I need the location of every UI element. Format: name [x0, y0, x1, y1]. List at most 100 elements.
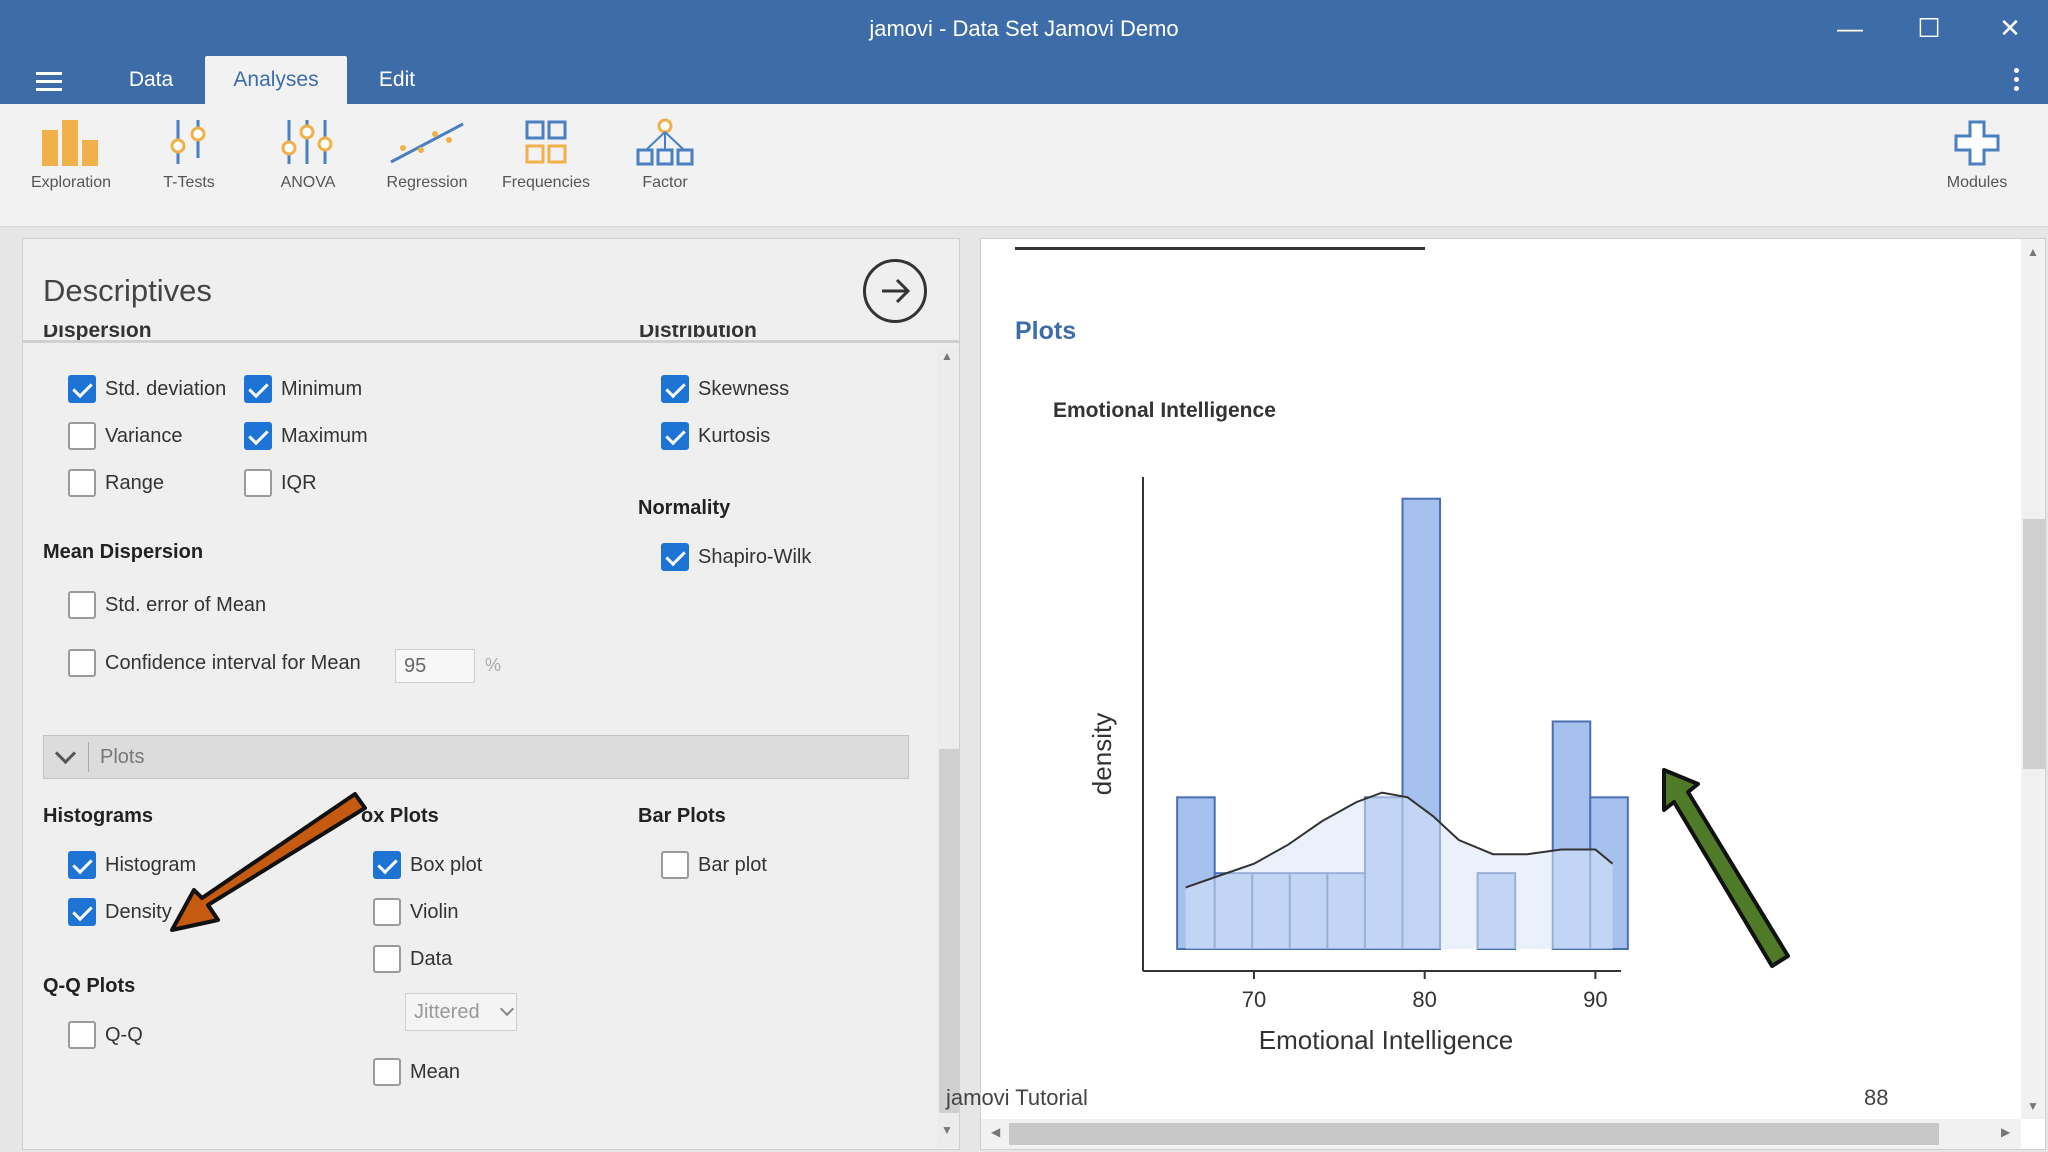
- histogram-chart: 70 80 90 Emotional Intelligence density: [1087, 477, 1629, 1055]
- density-area: [1185, 792, 1613, 949]
- box-plot-label: Box plot: [410, 854, 483, 876]
- tutorial-watermark: jamovi Tutorial: [946, 1085, 1088, 1110]
- ci-mean-label: Confidence interval for Mean: [105, 652, 361, 674]
- scroll-down-icon[interactable]: ▼: [2027, 1099, 2039, 1113]
- x-tick-label: 70: [1242, 987, 1266, 1012]
- y-axis-label: density: [1087, 713, 1117, 795]
- minimum-label: Minimum: [281, 378, 363, 400]
- analysis-title: Descriptives: [43, 273, 212, 308]
- anova-icon: [281, 120, 333, 164]
- skewness-checkbox[interactable]: [661, 375, 689, 403]
- x-axis-label: Emotional Intelligence: [1259, 1025, 1513, 1055]
- shapiro-wilk-checkbox[interactable]: [661, 543, 689, 571]
- range-label: Range: [105, 472, 164, 494]
- std-error-mean-label: Std. error of Mean: [105, 594, 267, 616]
- factor-button[interactable]: Factor: [610, 118, 720, 214]
- modules-label: Modules: [1946, 174, 2008, 191]
- x-tick-label: 90: [1583, 987, 1607, 1012]
- results-horizontal-thumb[interactable]: [1009, 1123, 1939, 1145]
- box-plot-checkbox[interactable]: [373, 851, 401, 879]
- kurtosis-checkbox[interactable]: [661, 422, 689, 450]
- options-scrollbar-thumb[interactable]: [939, 749, 959, 1113]
- skewness-label: Skewness: [698, 378, 790, 400]
- violin-label: Violin: [410, 901, 459, 923]
- results-section-title: Plots: [1015, 317, 1077, 345]
- anova-label: ANOVA: [280, 174, 336, 191]
- tab-analyses[interactable]: Analyses: [205, 56, 347, 104]
- minimize-button[interactable]: —: [1820, 10, 1880, 46]
- scroll-right-icon[interactable]: ▶: [2001, 1125, 2010, 1139]
- bar-plots-title: Bar Plots: [638, 805, 726, 827]
- shapiro-wilk-label: Shapiro-Wilk: [698, 546, 812, 568]
- more-options-icon[interactable]: [2014, 68, 2020, 94]
- normality-title: Normality: [638, 497, 731, 519]
- histograms-title: Histograms: [43, 805, 154, 827]
- histogram-checkbox[interactable]: [68, 851, 96, 879]
- frequencies-button[interactable]: Frequencies: [491, 118, 601, 214]
- plots-section-label: Plots: [100, 746, 145, 768]
- results-vertical-thumb[interactable]: [2023, 519, 2045, 769]
- regression-button[interactable]: Regression: [372, 118, 482, 214]
- ci-mean-checkbox[interactable]: [68, 649, 96, 677]
- header-divider: [23, 340, 959, 343]
- distribution-header: Distribution: [639, 325, 757, 341]
- tab-edit[interactable]: Edit: [360, 56, 434, 104]
- chart-heading: Emotional Intelligence: [1053, 399, 1276, 422]
- variance-label: Variance: [105, 425, 183, 447]
- iqr-label: IQR: [281, 472, 317, 494]
- mean-label: Mean: [410, 1061, 461, 1083]
- plus-icon: [1954, 120, 2000, 166]
- scroll-up-icon[interactable]: ▲: [941, 349, 953, 363]
- exploration-button[interactable]: Exploration: [16, 118, 126, 214]
- violin-checkbox[interactable]: [373, 898, 401, 926]
- page-number: 88: [1864, 1085, 1889, 1110]
- t-tests-icon: [170, 120, 206, 164]
- factor-icon: [636, 118, 694, 166]
- scroll-up-icon[interactable]: ▲: [2027, 245, 2039, 259]
- maximum-label: Maximum: [281, 425, 368, 447]
- maximize-button[interactable]: ☐: [1899, 10, 1959, 46]
- modules-button[interactable]: Modules: [1922, 118, 2032, 214]
- qq-plots-title: Q-Q Plots: [43, 975, 136, 997]
- plots-section-header[interactable]: Plots: [43, 735, 909, 779]
- std-error-mean-checkbox[interactable]: [68, 591, 96, 619]
- t-tests-button[interactable]: T-Tests: [134, 118, 244, 214]
- data-checkbox[interactable]: [373, 945, 401, 973]
- chevron-down-icon: [54, 742, 77, 765]
- frequencies-icon: [525, 120, 567, 164]
- ci-percent-label: %: [485, 655, 502, 675]
- scroll-down-icon[interactable]: ▼: [941, 1123, 953, 1137]
- scroll-left-icon[interactable]: ◀: [991, 1125, 1000, 1139]
- bar-plot-checkbox[interactable]: [661, 851, 689, 879]
- x-tick-label: 80: [1412, 987, 1436, 1012]
- ci-value-input[interactable]: 95: [395, 649, 475, 683]
- mean-checkbox[interactable]: [373, 1058, 401, 1086]
- iqr-checkbox[interactable]: [244, 469, 272, 497]
- bar-plot-label: Bar plot: [698, 854, 767, 876]
- maximum-checkbox[interactable]: [244, 422, 272, 450]
- factor-label: Factor: [642, 174, 688, 191]
- range-checkbox[interactable]: [68, 469, 96, 497]
- regression-label: Regression: [386, 174, 468, 191]
- regression-icon: [390, 122, 464, 164]
- minimum-checkbox[interactable]: [244, 375, 272, 403]
- frequencies-label: Frequencies: [501, 174, 591, 191]
- qq-checkbox[interactable]: [68, 1021, 96, 1049]
- variance-checkbox[interactable]: [68, 422, 96, 450]
- tab-data[interactable]: Data: [112, 56, 190, 104]
- close-button[interactable]: ✕: [1980, 10, 2040, 46]
- hamburger-menu-icon[interactable]: [36, 72, 62, 91]
- arrow-right-icon: [882, 278, 911, 304]
- results-top-rule: [1015, 247, 1425, 250]
- collapse-arrow-button[interactable]: [863, 259, 927, 323]
- anova-button[interactable]: ANOVA: [253, 118, 363, 214]
- std-deviation-checkbox[interactable]: [68, 375, 96, 403]
- results-panel: Plots Emotional Intelligence 70 80 90 Emot…: [980, 238, 2046, 1150]
- mean-dispersion-title: Mean Dispersion: [43, 541, 204, 563]
- data-mode-select[interactable]: Jittered: [405, 993, 517, 1031]
- green-annotation-arrow: [1662, 768, 1790, 968]
- qq-label: Q-Q: [105, 1024, 143, 1046]
- header-separator: [88, 742, 89, 772]
- exploration-label: Exploration: [30, 174, 112, 191]
- density-checkbox[interactable]: [68, 898, 96, 926]
